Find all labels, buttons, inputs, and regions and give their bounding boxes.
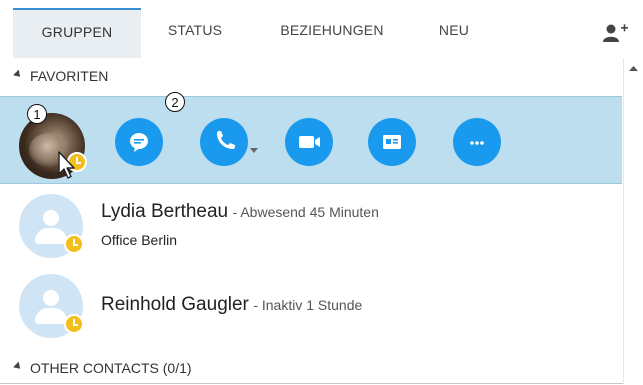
tab-bar: GRUPPEN STATUS BEZIEHUNGEN NEU xyxy=(0,0,643,58)
group-label: OTHER CONTACTS (0/1) xyxy=(30,360,192,376)
callout-marker-2: 2 xyxy=(165,92,185,112)
list-item-contact[interactable]: Reinhold Gaugler - Inaktiv 1 Stunde xyxy=(0,266,622,346)
collapse-arrow-icon xyxy=(13,361,23,372)
scrollbar[interactable] xyxy=(623,58,643,384)
phone-icon xyxy=(217,131,235,149)
away-status-icon xyxy=(64,234,84,254)
video-call-button[interactable] xyxy=(285,118,333,166)
call-button[interactable] xyxy=(200,118,248,166)
group-label: FAVORITEN xyxy=(30,68,109,84)
tab-neu[interactable]: NEU xyxy=(424,8,484,58)
more-dots-icon xyxy=(470,141,484,145)
contact-name: Lydia Bertheau xyxy=(101,201,229,222)
video-camera-icon xyxy=(299,136,320,148)
collapse-arrow-icon xyxy=(13,69,23,80)
scroll-up-arrow-icon[interactable] xyxy=(626,62,641,76)
group-header-favorites[interactable]: FAVORITEN xyxy=(13,66,109,86)
contact-status: - Abwesend 45 Minuten xyxy=(232,204,379,220)
chat-bubble-icon xyxy=(130,133,148,152)
contact-card-button[interactable] xyxy=(368,118,416,166)
mouse-pointer-icon xyxy=(57,150,79,180)
contact-location: Office Berlin xyxy=(101,232,177,248)
contact-status: - Inaktiv 1 Stunde xyxy=(253,297,363,313)
tab-beziehungen[interactable]: BEZIEHUNGEN xyxy=(257,8,407,58)
contact-card-icon xyxy=(383,135,401,149)
contact-name: Reinhold Gaugler xyxy=(101,294,249,315)
more-options-button[interactable] xyxy=(453,118,501,166)
away-status-icon xyxy=(64,314,84,334)
call-options-dropdown-icon[interactable] xyxy=(250,140,258,153)
add-contact-icon[interactable] xyxy=(601,22,629,46)
list-item-contact[interactable]: Lydia Bertheau - Abwesend 45 Minuten Off… xyxy=(0,186,622,266)
tab-gruppen[interactable]: GRUPPEN xyxy=(13,8,141,58)
group-header-other-contacts[interactable]: OTHER CONTACTS (0/1) xyxy=(13,358,192,378)
tab-status[interactable]: STATUS xyxy=(152,8,238,58)
callout-marker-1: 1 xyxy=(27,104,47,124)
instant-message-button[interactable] xyxy=(115,118,163,166)
